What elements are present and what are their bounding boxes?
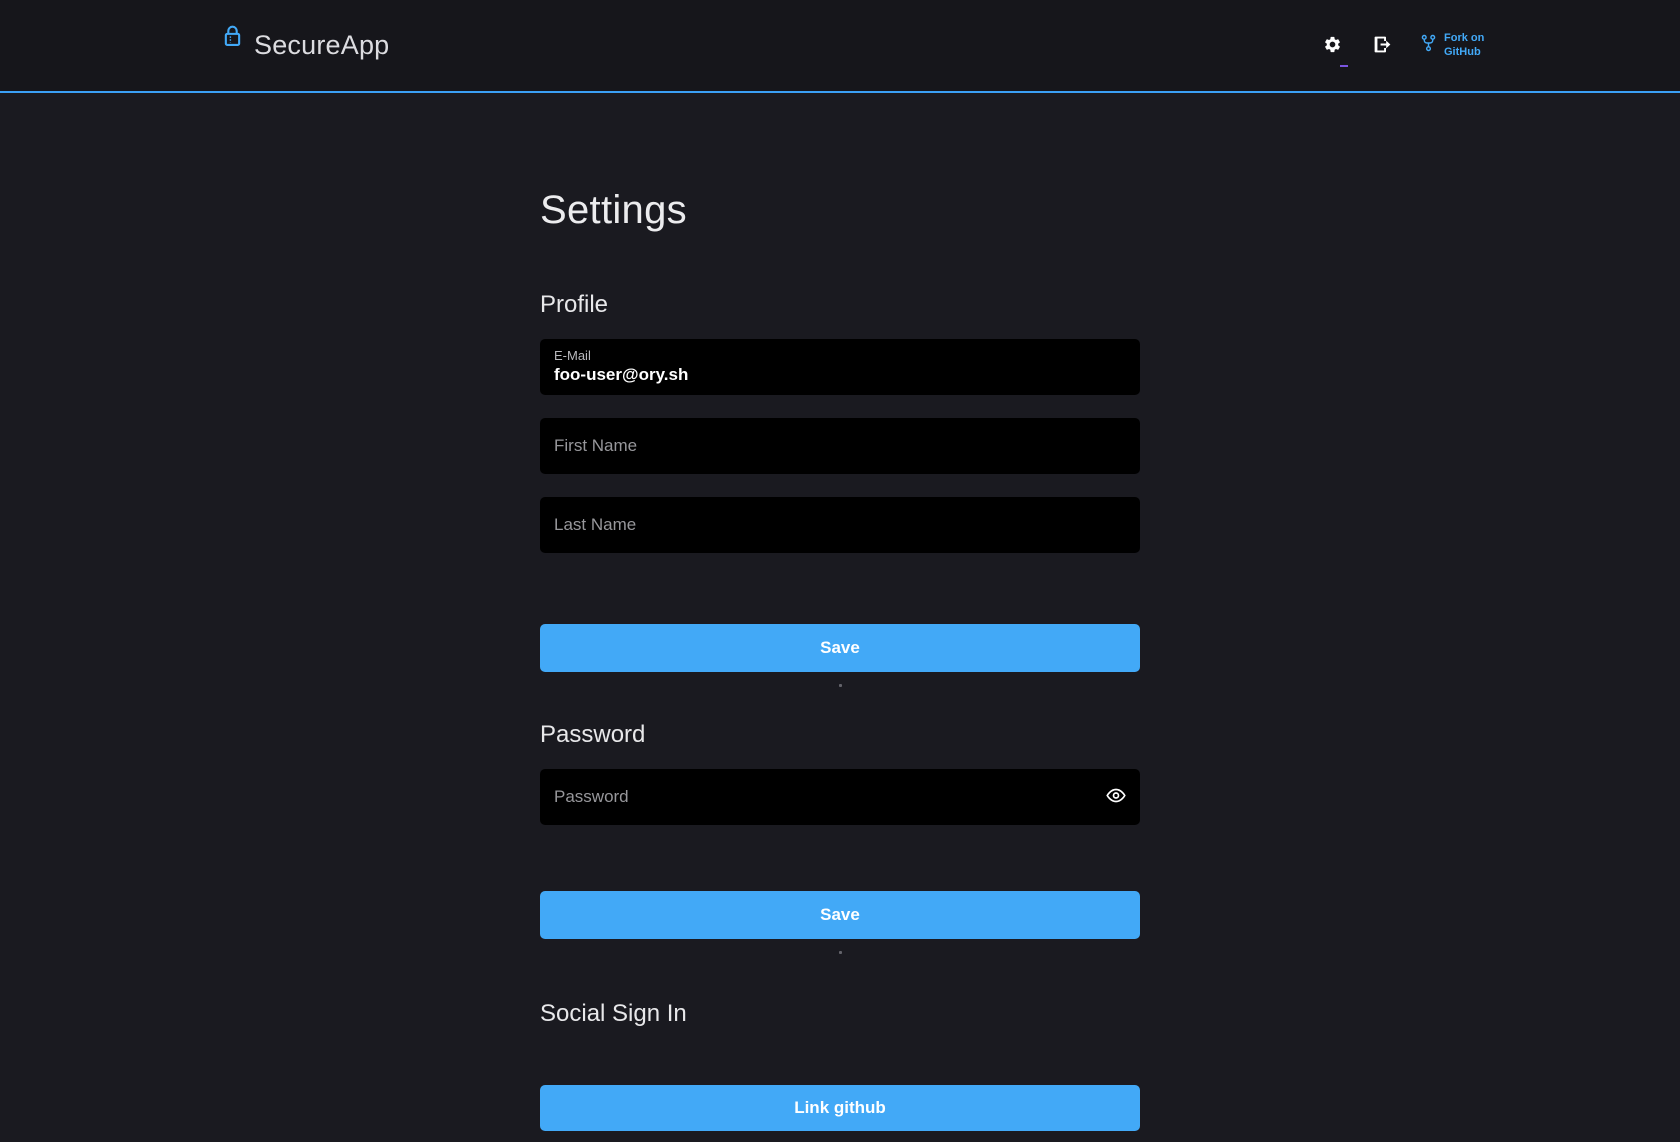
password-input[interactable]	[540, 769, 1140, 825]
first-name-field-group	[540, 418, 1140, 474]
social-sign-in-section: Social Sign In Link github	[540, 1000, 1140, 1131]
social-sign-in-heading: Social Sign In	[540, 1000, 1140, 1028]
link-github-button[interactable]: Link github	[540, 1085, 1140, 1131]
logout-icon	[1372, 34, 1393, 58]
gear-icon	[1323, 35, 1342, 57]
email-input[interactable]	[554, 365, 1126, 385]
fork-link-label: Fork on GitHub	[1444, 32, 1492, 60]
show-password-button[interactable]	[1104, 786, 1128, 809]
text-cursor-artifact	[1340, 65, 1348, 67]
profile-section: Profile E-Mail Save	[540, 291, 1140, 687]
divider-dot	[839, 684, 842, 687]
password-section: Password Save	[540, 721, 1140, 954]
first-name-input[interactable]	[540, 418, 1140, 474]
app-title: SecureApp	[254, 30, 389, 61]
email-field-group: E-Mail	[540, 339, 1140, 395]
app-logo[interactable]: SecureApp	[222, 30, 389, 61]
settings-content: Settings Profile E-Mail Save Password	[540, 93, 1140, 1131]
password-heading: Password	[540, 721, 1140, 749]
logout-button[interactable]	[1369, 31, 1396, 61]
page-title: Settings	[540, 188, 1140, 233]
settings-page: SecureApp	[0, 0, 1680, 1142]
settings-gear-button[interactable]	[1320, 32, 1345, 60]
profile-save-button[interactable]: Save	[540, 624, 1140, 672]
profile-heading: Profile	[540, 291, 1140, 319]
lock-icon	[222, 24, 243, 54]
top-navigation-bar: SecureApp	[0, 0, 1680, 93]
divider-dot	[839, 951, 842, 954]
last-name-input[interactable]	[540, 497, 1140, 553]
git-fork-icon	[1420, 33, 1437, 58]
password-save-button[interactable]: Save	[540, 891, 1140, 939]
topbar-actions: Fork on GitHub	[1320, 31, 1492, 61]
email-label: E-Mail	[554, 348, 1126, 363]
fork-on-github-link[interactable]: Fork on GitHub	[1420, 32, 1492, 60]
last-name-field-group	[540, 497, 1140, 553]
eye-icon	[1106, 788, 1126, 807]
password-field-group	[540, 769, 1140, 825]
email-field[interactable]: E-Mail	[540, 339, 1140, 395]
